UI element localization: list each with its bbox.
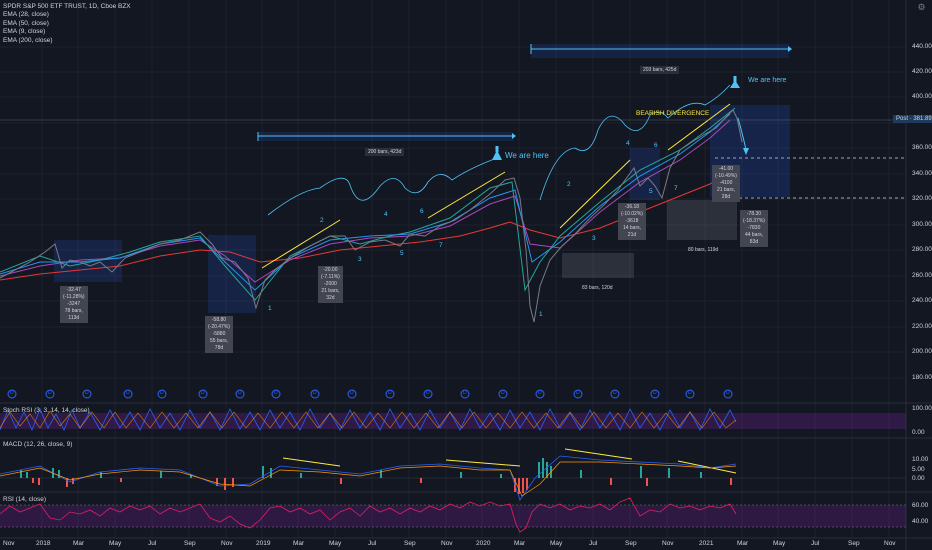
wave-label: 7 — [439, 242, 443, 249]
measure-label-4[interactable]: -36.18 (-10.02%) -3618 14 bars, 21d — [618, 203, 646, 240]
price-tick: 340.00 — [912, 170, 932, 177]
range-label-203[interactable]: 203 bars, 425d — [640, 66, 680, 74]
wave-label: 6 — [420, 208, 424, 215]
stoch-tick: 100.00 — [912, 405, 932, 412]
measure-label-2[interactable]: -58.80 (-20.47%) -5880 55 bars, 78d — [205, 316, 233, 353]
wave-label: 4 — [626, 140, 630, 147]
wave-label: 5 — [649, 188, 653, 195]
rsi-tick: 40.00 — [912, 518, 929, 525]
macd-tick: 0.00 — [912, 475, 925, 482]
measure-label-3[interactable]: -20.00 (-7.11%) -2000 21 bars, 32d — [318, 266, 343, 303]
wave-label: 4 — [384, 211, 388, 218]
price-tick: 280.00 — [912, 246, 932, 253]
wave-label: 6 — [654, 142, 658, 149]
range-arrow-203[interactable] — [530, 44, 792, 58]
wave-label: 2 — [320, 217, 324, 224]
settings-gear-icon[interactable]: ⚙ — [917, 3, 926, 12]
wave-label: 2 — [567, 181, 571, 188]
macd-tick: 5.00 — [912, 466, 925, 473]
range-label-83[interactable]: 83 bars, 120d — [582, 285, 613, 291]
legend-ema9[interactable]: EMA (9, close) — [3, 28, 131, 36]
measure-label-5[interactable]: -41.00 (-10.49%) -4100 21 bars, 28d — [712, 165, 740, 202]
wave-label: 3 — [358, 256, 362, 263]
wave-label: 1 — [539, 311, 543, 318]
range-label-80[interactable]: 80 bars, 119d — [688, 247, 718, 253]
legend-ema200[interactable]: EMA (200, close) — [3, 37, 131, 45]
we-are-here-label-1[interactable]: We are here — [505, 151, 549, 160]
projection-curve-1 — [267, 157, 498, 216]
legend-ema28[interactable]: EMA (28, close) — [3, 11, 131, 19]
wave-label: 7 — [674, 185, 678, 192]
stoch-rsi-label[interactable]: Stoch RSI (3, 3, 14, 14, close) — [3, 407, 90, 414]
measure-label-6[interactable]: -78.30 (-18.37%) -7830 44 bars, 83d — [740, 210, 768, 247]
chart-canvas[interactable] — [0, 0, 932, 550]
price-tick: 220.00 — [912, 323, 932, 330]
bearish-divergence-label[interactable]: BEARISH DIVERGENCE — [636, 110, 709, 117]
macd-tick: 10.00 — [912, 456, 929, 463]
current-price-badge: Post · 381.89 — [893, 115, 932, 123]
wave-label: 5 — [400, 250, 404, 257]
range-label-200[interactable]: 200 bars, 423d — [365, 148, 405, 156]
wave-label: 3 — [592, 235, 596, 242]
legend: SPDR S&P 500 ETF TRUST, 1D, Cboe BZX EMA… — [3, 3, 131, 45]
price-tick: 200.00 — [912, 348, 932, 355]
price-tick: 360.00 — [912, 144, 932, 151]
range-arrow-200[interactable] — [257, 132, 516, 141]
event-markers[interactable] — [7, 389, 733, 399]
price-tick: 440.00 — [912, 43, 932, 50]
symbol-title[interactable]: SPDR S&P 500 ETF TRUST, 1D, Cboe BZX — [3, 3, 131, 11]
wave-label: 1 — [268, 305, 272, 312]
price-tick: 420.00 — [912, 68, 932, 75]
macd-signal-line — [0, 461, 737, 497]
measure-label-1[interactable]: -32.47 (-11.28%) -3247 78 bars, 113d — [60, 286, 88, 323]
price-tick: 260.00 — [912, 272, 932, 279]
price-tick: 180.00 — [912, 374, 932, 381]
stoch-tick: 0.00 — [912, 429, 925, 436]
price-tick: 300.00 — [912, 221, 932, 228]
price-tick: 400.00 — [912, 93, 932, 100]
rsi-tick: 60.00 — [912, 502, 929, 509]
macd-label[interactable]: MACD (12, 26, close, 9) — [3, 441, 72, 448]
price-tick: 240.00 — [912, 297, 932, 304]
time-axis[interactable]: Nov 2018 Mar May Jul Sep Nov 2019 Mar Ma… — [0, 540, 906, 550]
legend-ema50[interactable]: EMA (50, close) — [3, 20, 131, 28]
we-are-here-label-2[interactable]: We are here — [748, 77, 786, 84]
range-box-1[interactable] — [562, 253, 634, 278]
price-tick: 320.00 — [912, 195, 932, 202]
rsi-label[interactable]: RSI (14, close) — [3, 496, 46, 503]
range-box-2[interactable] — [667, 200, 737, 240]
